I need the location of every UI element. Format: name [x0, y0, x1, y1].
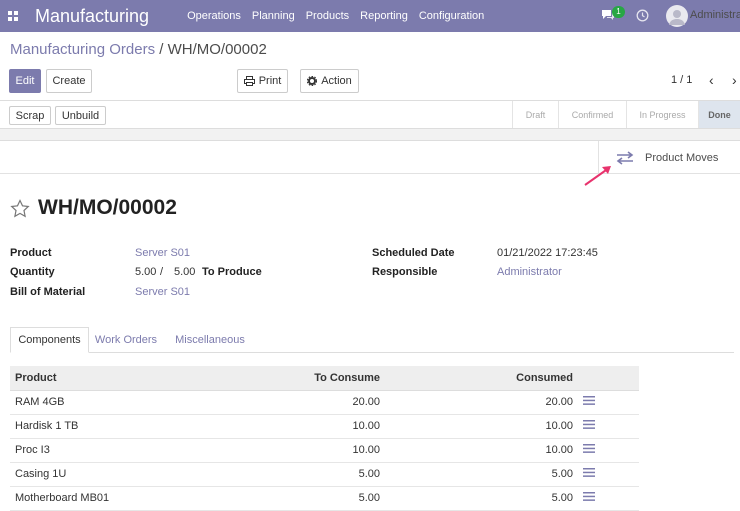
- annotation-arrow-icon: [584, 166, 611, 186]
- product-moves-label: Product Moves: [645, 151, 719, 164]
- col-consumed-header[interactable]: Consumed: [385, 366, 578, 391]
- to-produce-label: To Produce: [202, 266, 262, 278]
- action-button[interactable]: Action: [300, 69, 359, 93]
- pager-previous-icon[interactable]: ‹: [709, 72, 714, 88]
- row-detail-cell: [578, 462, 639, 487]
- table-row[interactable]: Casing 1U 5.00 5.00: [10, 462, 639, 487]
- print-button[interactable]: Print: [237, 69, 288, 93]
- col-action-header: [578, 366, 639, 391]
- row-to-consume: 5.00: [260, 486, 385, 511]
- product-moves-button[interactable]: Product Moves: [598, 141, 740, 174]
- stage-in-progress[interactable]: In Progress: [626, 101, 698, 128]
- tab-miscellaneous[interactable]: Miscellaneous: [173, 327, 247, 353]
- table-row[interactable]: Proc I3 10.00 10.00: [10, 438, 639, 463]
- components-table: Product To Consume Consumed RAM 4GB 20.0…: [10, 366, 639, 511]
- breadcrumb-current: WH/MO/00002: [167, 41, 267, 58]
- scheduled-date-value: 01/21/2022 17:23:45: [497, 247, 598, 259]
- edit-button[interactable]: Edit: [9, 69, 41, 93]
- pager-value[interactable]: 1 / 1: [671, 74, 692, 86]
- notification-badge: 1: [612, 6, 625, 18]
- menu-products[interactable]: Products: [306, 10, 349, 22]
- pager-next-icon[interactable]: ›: [732, 72, 737, 88]
- row-to-consume: 20.00: [260, 390, 385, 415]
- row-product: Casing 1U: [10, 462, 260, 487]
- col-product-header[interactable]: Product: [10, 366, 260, 391]
- list-detail-icon[interactable]: [583, 492, 595, 501]
- row-consumed: 5.00: [385, 486, 578, 511]
- menu-configuration[interactable]: Configuration: [419, 10, 484, 22]
- row-product: Hardisk 1 TB: [10, 414, 260, 439]
- user-name[interactable]: Administrator: [690, 9, 740, 21]
- row-detail-cell: [578, 414, 639, 439]
- bom-value[interactable]: Server S01: [135, 286, 190, 298]
- row-detail-cell: [578, 390, 639, 415]
- quantity-separator: /: [160, 266, 164, 278]
- row-detail-cell: [578, 438, 639, 463]
- smart-button-box: Product Moves: [0, 141, 740, 174]
- product-label: Product: [10, 247, 52, 259]
- tab-work-orders[interactable]: Work Orders: [93, 327, 159, 353]
- stage-draft[interactable]: Draft: [512, 101, 558, 128]
- notebook-tabs: Components Work Orders Miscellaneous: [10, 327, 734, 353]
- row-product: Proc I3: [10, 438, 260, 463]
- list-detail-icon[interactable]: [583, 468, 595, 477]
- stage-confirmed[interactable]: Confirmed: [558, 101, 626, 128]
- print-icon: [243, 76, 255, 86]
- tab-components[interactable]: Components: [10, 327, 89, 353]
- sheet-background: [0, 129, 740, 141]
- record-title-row: WH/MO/00002: [10, 196, 177, 220]
- col-to-consume-header[interactable]: To Consume: [260, 366, 385, 391]
- product-value[interactable]: Server S01: [135, 247, 190, 259]
- quantity-label: Quantity: [10, 266, 55, 278]
- unbuild-button[interactable]: Unbuild: [55, 106, 106, 125]
- scrap-button[interactable]: Scrap: [9, 106, 51, 125]
- user-avatar[interactable]: [666, 5, 688, 27]
- quantity-total: 5.00: [174, 266, 196, 278]
- table-header-row: Product To Consume Consumed: [10, 366, 639, 391]
- stage-done[interactable]: Done: [698, 101, 740, 128]
- app-name[interactable]: Manufacturing: [26, 6, 149, 27]
- favorite-star-icon[interactable]: [10, 198, 30, 218]
- scheduled-date-label: Scheduled Date: [372, 247, 455, 259]
- gear-icon: [307, 76, 318, 86]
- breadcrumb-separator: /: [159, 41, 164, 58]
- bom-label: Bill of Material: [10, 286, 86, 298]
- list-detail-icon[interactable]: [583, 444, 595, 453]
- quantity-value: 5.00: [135, 266, 157, 278]
- print-label: Print: [258, 75, 282, 87]
- breadcrumb-parent[interactable]: Manufacturing Orders: [10, 41, 155, 58]
- row-consumed: 10.00: [385, 414, 578, 439]
- responsible-label: Responsible: [372, 266, 438, 278]
- row-to-consume: 10.00: [260, 438, 385, 463]
- action-label: Action: [321, 75, 352, 87]
- stage-pipeline: Draft Confirmed In Progress Done: [512, 101, 740, 128]
- row-consumed: 5.00: [385, 462, 578, 487]
- row-consumed: 10.00: [385, 438, 578, 463]
- breadcrumb: Manufacturing Orders / WH/MO/00002: [10, 41, 267, 58]
- top-navbar: Manufacturing Operations Planning Produc…: [0, 0, 740, 32]
- menu-operations[interactable]: Operations: [187, 10, 241, 22]
- exchange-arrows-icon: [616, 150, 634, 165]
- menu-reporting[interactable]: Reporting: [360, 10, 408, 22]
- row-to-consume: 5.00: [260, 462, 385, 487]
- row-product: RAM 4GB: [10, 390, 260, 415]
- record-title: WH/MO/00002: [38, 196, 177, 219]
- table-row[interactable]: RAM 4GB 20.00 20.00: [10, 390, 639, 415]
- status-bar: Scrap Unbuild Draft Confirmed In Progres…: [0, 100, 740, 129]
- row-consumed: 20.00: [385, 390, 578, 415]
- create-button[interactable]: Create: [46, 69, 92, 93]
- apps-menu-icon[interactable]: [0, 0, 26, 32]
- responsible-value[interactable]: Administrator: [497, 266, 562, 278]
- menu-planning[interactable]: Planning: [252, 10, 295, 22]
- activity-clock-icon[interactable]: [636, 9, 649, 22]
- row-detail-cell: [578, 486, 639, 511]
- table-row[interactable]: Hardisk 1 TB 10.00 10.00: [10, 414, 639, 439]
- row-to-consume: 10.00: [260, 414, 385, 439]
- table-row[interactable]: Motherboard MB01 5.00 5.00: [10, 486, 639, 511]
- list-detail-icon[interactable]: [583, 420, 595, 429]
- list-detail-icon[interactable]: [583, 396, 595, 405]
- row-product: Motherboard MB01: [10, 486, 260, 511]
